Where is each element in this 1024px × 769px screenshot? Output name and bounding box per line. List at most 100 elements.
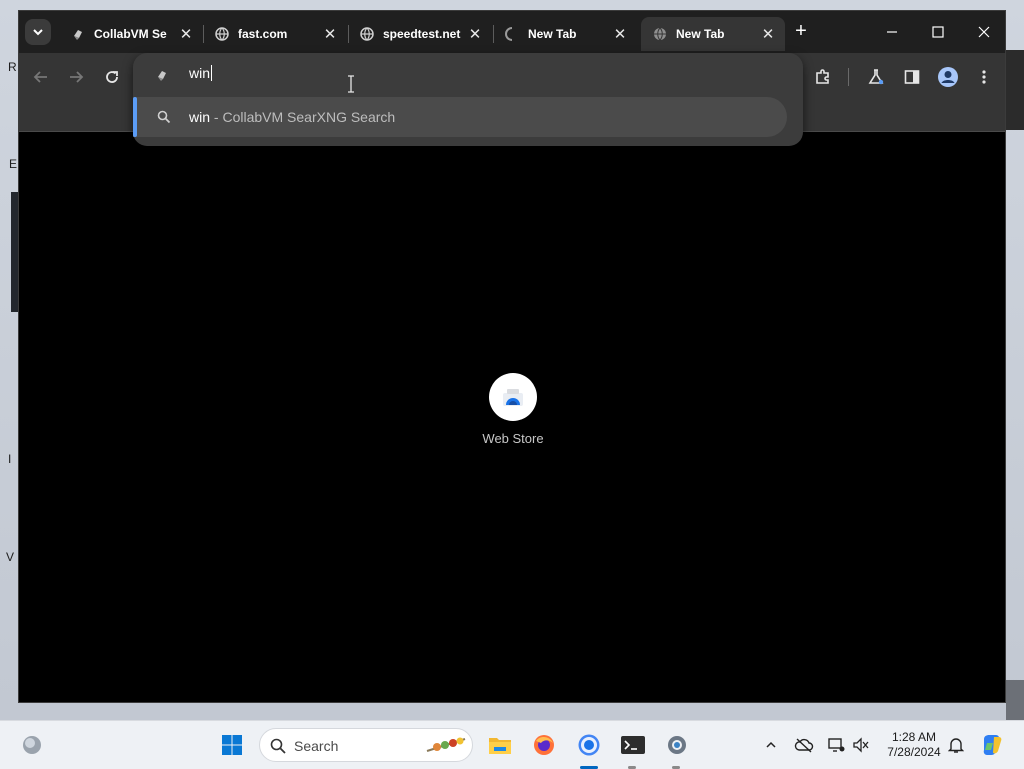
text-cursor-icon xyxy=(346,75,356,98)
back-arrow-icon xyxy=(33,71,47,83)
globe-icon xyxy=(360,27,374,41)
globe-icon xyxy=(215,27,229,41)
text-caret xyxy=(211,65,213,81)
tab-close-button[interactable]: ✕ xyxy=(759,25,777,43)
forward-button[interactable] xyxy=(62,63,90,91)
tab-close-button[interactable]: ✕ xyxy=(611,25,629,43)
search-icon xyxy=(270,738,286,754)
extensions-button[interactable] xyxy=(809,63,837,91)
terminal-icon xyxy=(621,736,645,754)
tab-title: New Tab xyxy=(676,27,725,41)
terminal-button[interactable] xyxy=(617,729,649,761)
tab-search-button[interactable] xyxy=(25,19,51,45)
tab-title: speedtest.net xyxy=(383,27,461,41)
suggestion-selection-bar xyxy=(133,97,137,137)
cloud-offline-icon xyxy=(794,738,814,753)
clock-date: 7/28/2024 xyxy=(887,745,941,759)
bell-icon xyxy=(948,738,964,753)
maximize-button[interactable] xyxy=(915,19,961,45)
search-highlight-icon xyxy=(426,737,466,752)
suggestion-query: win xyxy=(189,109,211,125)
desktop-icon-label-fragment: V xyxy=(6,550,15,564)
copilot-button[interactable] xyxy=(976,729,1008,761)
address-bar-input[interactable]: win xyxy=(189,65,213,81)
tab-strip: CollabVM Se ✕ fast.com ✕ speedtest.net ✕… xyxy=(19,11,1005,53)
settings-button[interactable] xyxy=(661,729,693,761)
speaker-muted-icon xyxy=(853,737,869,753)
chevron-down-icon xyxy=(33,29,43,36)
profile-button[interactable] xyxy=(934,63,962,91)
menu-button[interactable] xyxy=(970,63,998,91)
reload-button[interactable] xyxy=(98,63,126,91)
file-explorer-icon xyxy=(489,738,511,754)
network-icon xyxy=(828,738,845,752)
tab-close-button[interactable]: ✕ xyxy=(466,25,484,43)
show-hidden-icons-button[interactable] xyxy=(757,729,785,761)
labs-button[interactable] xyxy=(862,63,890,91)
omnibox-suggestion[interactable]: win - CollabVM SearXNG Search xyxy=(133,97,787,137)
settings-icon xyxy=(668,736,686,754)
shortcut-web-store[interactable]: Web Store xyxy=(479,373,547,446)
omnibox-dropdown: win win - CollabVM SearXNG Search xyxy=(133,53,803,146)
tab-speedtest[interactable]: speedtest.net ✕ xyxy=(348,17,492,51)
background-window-edge xyxy=(1006,50,1024,130)
browser-window: CollabVM Se ✕ fast.com ✕ speedtest.net ✕… xyxy=(18,10,1006,703)
volume-button[interactable] xyxy=(847,729,875,761)
tab-new-tab-loading[interactable]: New Tab ✕ xyxy=(493,17,637,51)
flask-icon xyxy=(868,69,884,85)
maximize-icon xyxy=(932,26,944,38)
reload-icon xyxy=(106,71,118,83)
taskbar: Search 1:28 AM 7/28/2024 xyxy=(0,720,1024,769)
firefox-button[interactable] xyxy=(528,729,560,761)
tab-new-tab-active[interactable]: New Tab ✕ xyxy=(641,17,785,51)
tab-title: fast.com xyxy=(238,27,288,41)
profile-avatar-icon xyxy=(938,67,958,87)
firefox-icon xyxy=(534,735,554,755)
close-icon xyxy=(978,26,990,38)
toolbar-divider xyxy=(848,68,849,86)
clock-time: 1:28 AM xyxy=(891,730,937,744)
onedrive-button[interactable] xyxy=(790,729,818,761)
side-panel-icon xyxy=(904,70,920,84)
minimize-icon xyxy=(887,31,897,33)
forward-arrow-icon xyxy=(70,71,84,83)
puzzle-piece-icon xyxy=(816,69,829,84)
search-icon xyxy=(157,110,171,129)
background-window-edge xyxy=(1006,680,1024,720)
collabvm-icon xyxy=(155,68,169,82)
taskbar-search-placeholder: Search xyxy=(294,738,339,754)
file-explorer-button[interactable] xyxy=(484,729,516,761)
widgets-button[interactable] xyxy=(16,729,48,761)
suggestion-separator: - xyxy=(210,109,223,125)
close-window-button[interactable] xyxy=(961,19,1007,45)
network-button[interactable] xyxy=(822,729,850,761)
suggestion-text: win - CollabVM SearXNG Search xyxy=(189,109,395,125)
desktop-icon-label-fragment: I xyxy=(8,452,12,466)
chrome-button[interactable] xyxy=(573,729,605,761)
side-panel-button[interactable] xyxy=(898,63,926,91)
suggestion-engine: CollabVM SearXNG Search xyxy=(222,109,396,125)
address-bar-text: win xyxy=(189,65,211,81)
desktop-icon-label-fragment: R xyxy=(8,60,17,74)
clock[interactable]: 1:28 AM 7/28/2024 xyxy=(882,730,946,760)
start-button[interactable] xyxy=(216,729,248,761)
minimize-button[interactable] xyxy=(869,19,915,45)
copilot-icon xyxy=(983,735,1002,755)
chrome-icon xyxy=(578,734,600,756)
collabvm-icon xyxy=(71,27,85,41)
tab-fast-com[interactable]: fast.com ✕ xyxy=(203,17,347,51)
tab-title: New Tab xyxy=(528,27,577,41)
three-dots-vertical-icon xyxy=(982,70,986,84)
weather-icon xyxy=(23,736,41,754)
new-tab-button[interactable]: + xyxy=(789,20,813,43)
loading-spinner-icon xyxy=(505,27,519,41)
tab-title: CollabVM Se xyxy=(94,27,167,41)
tab-close-button[interactable]: ✕ xyxy=(321,25,339,43)
desktop-icon-label-fragment: E xyxy=(9,157,18,171)
chevron-up-icon xyxy=(766,741,776,748)
tab-collabvm[interactable]: CollabVM Se ✕ xyxy=(59,17,203,51)
back-button[interactable] xyxy=(27,63,55,91)
notifications-button[interactable] xyxy=(942,729,970,761)
taskbar-search-box[interactable]: Search xyxy=(259,728,473,762)
tab-close-button[interactable]: ✕ xyxy=(177,25,195,43)
